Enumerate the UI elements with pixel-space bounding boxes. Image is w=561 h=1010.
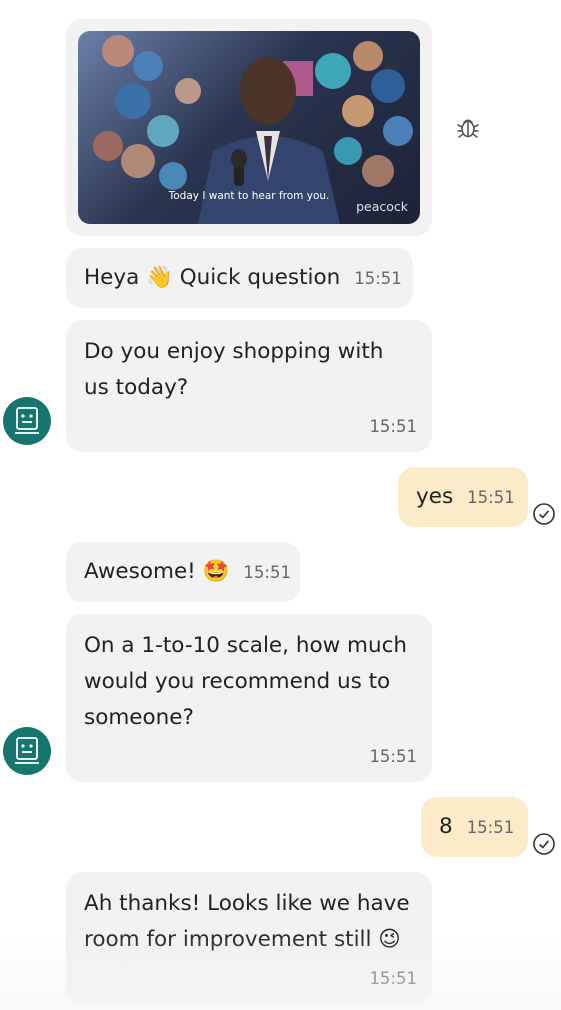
bot-message: On a 1-to-10 scale, how much would you r… — [66, 614, 432, 782]
message-text-line: would you recommend us to — [84, 669, 391, 694]
bot-message: Awesome! 🤩 15:51 — [66, 542, 300, 602]
message-time: 15:51 — [369, 417, 417, 436]
user-message: 8 15:51 — [421, 797, 528, 857]
message-text-line: room for improvement still 😉 — [84, 927, 401, 952]
message-text: Awesome! 🤩 — [84, 559, 230, 584]
message-time: 15:51 — [243, 563, 291, 582]
bot-avatar-icon — [3, 727, 51, 775]
user-message: yes 15:51 — [398, 467, 528, 527]
message-text-line: us today? — [84, 375, 189, 400]
brand-watermark: peacock — [356, 199, 408, 214]
bot-message: Ah thanks! Looks like we have room for i… — [66, 872, 432, 1004]
message-text: 8 — [439, 814, 453, 839]
bot-avatar-icon — [3, 397, 51, 445]
sent-check-icon — [533, 833, 555, 855]
gif-message-bubble: Today I want to hear from you. peacock — [66, 19, 432, 236]
message-text: yes — [416, 484, 454, 509]
bug-icon[interactable] — [455, 114, 481, 140]
message-time: 15:51 — [466, 818, 515, 837]
message-time: 15:51 — [369, 969, 417, 988]
bot-message: Do you enjoy shopping with us today? 15:… — [66, 320, 432, 452]
message-text-line: Do you enjoy shopping with — [84, 339, 384, 364]
message-text-line: someone? — [84, 705, 194, 730]
message-text-line: Ah thanks! Looks like we have — [84, 891, 410, 916]
gif-image[interactable]: Today I want to hear from you. peacock — [78, 31, 420, 224]
message-text: Heya 👋 Quick question — [84, 265, 341, 290]
bot-message: Heya 👋 Quick question 15:51 — [66, 248, 413, 308]
message-time: 15:51 — [354, 269, 402, 288]
message-text-line: On a 1-to-10 scale, how much — [84, 633, 408, 658]
message-time: 15:51 — [467, 488, 515, 507]
message-time: 15:51 — [369, 747, 417, 766]
sent-check-icon — [533, 503, 555, 525]
